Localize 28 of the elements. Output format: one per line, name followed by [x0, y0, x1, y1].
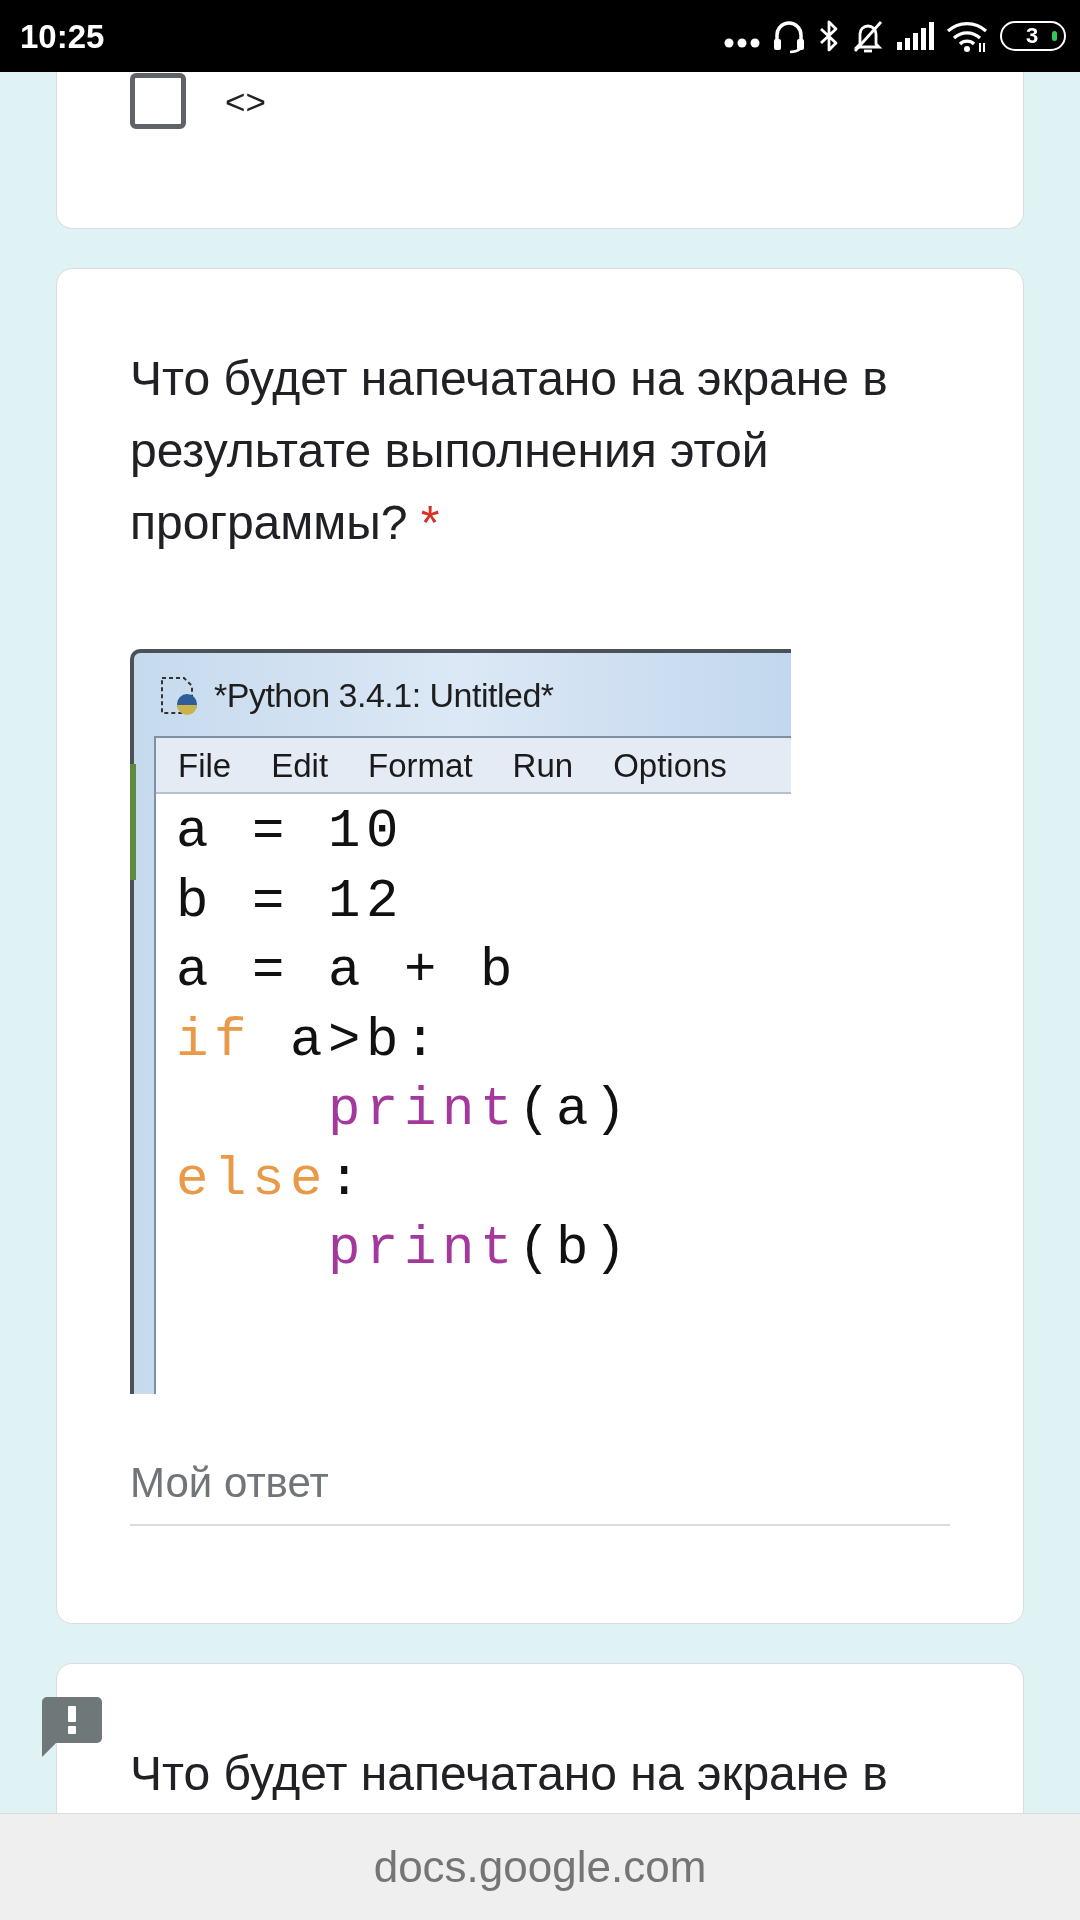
- headset-icon: [772, 18, 806, 54]
- menu-item[interactable]: Edit: [271, 748, 329, 782]
- code-line: else:: [176, 1147, 367, 1212]
- code-line: a = a + b: [176, 939, 519, 1003]
- status-time: 10:25: [20, 19, 105, 53]
- code-line: a = 10: [176, 800, 405, 864]
- option-label: <>: [225, 83, 266, 119]
- menu-item[interactable]: Format: [368, 748, 473, 782]
- question-text: Что будет напечатано на экране в: [130, 1746, 888, 1802]
- more-dots-icon: [724, 38, 760, 48]
- bluetooth-icon: [818, 19, 839, 53]
- menu-item[interactable]: File: [178, 748, 232, 782]
- file-icon: [158, 674, 198, 715]
- wifi-icon: [946, 19, 988, 53]
- battery-text: 3: [1026, 25, 1039, 47]
- signal-icon: [897, 22, 934, 50]
- window-title: *Python 3.4.1: Untitled*: [214, 677, 554, 712]
- menu-item[interactable]: Run: [512, 748, 574, 782]
- bell-off-icon: [851, 19, 885, 53]
- code-line: print(b): [328, 1217, 633, 1281]
- menu-item[interactable]: Options: [613, 748, 727, 782]
- answer-field[interactable]: Мой ответ: [130, 1442, 950, 1526]
- question-text: Что будет напечатано на экране в результате выполнения этой программы? *: [130, 351, 889, 551]
- code-line: print(a): [328, 1078, 633, 1142]
- code-line: if a>b:: [176, 1008, 443, 1073]
- url-text: docs.google.com: [373, 1845, 707, 1889]
- code-line: b = 12: [176, 869, 405, 934]
- checkbox[interactable]: [130, 73, 186, 129]
